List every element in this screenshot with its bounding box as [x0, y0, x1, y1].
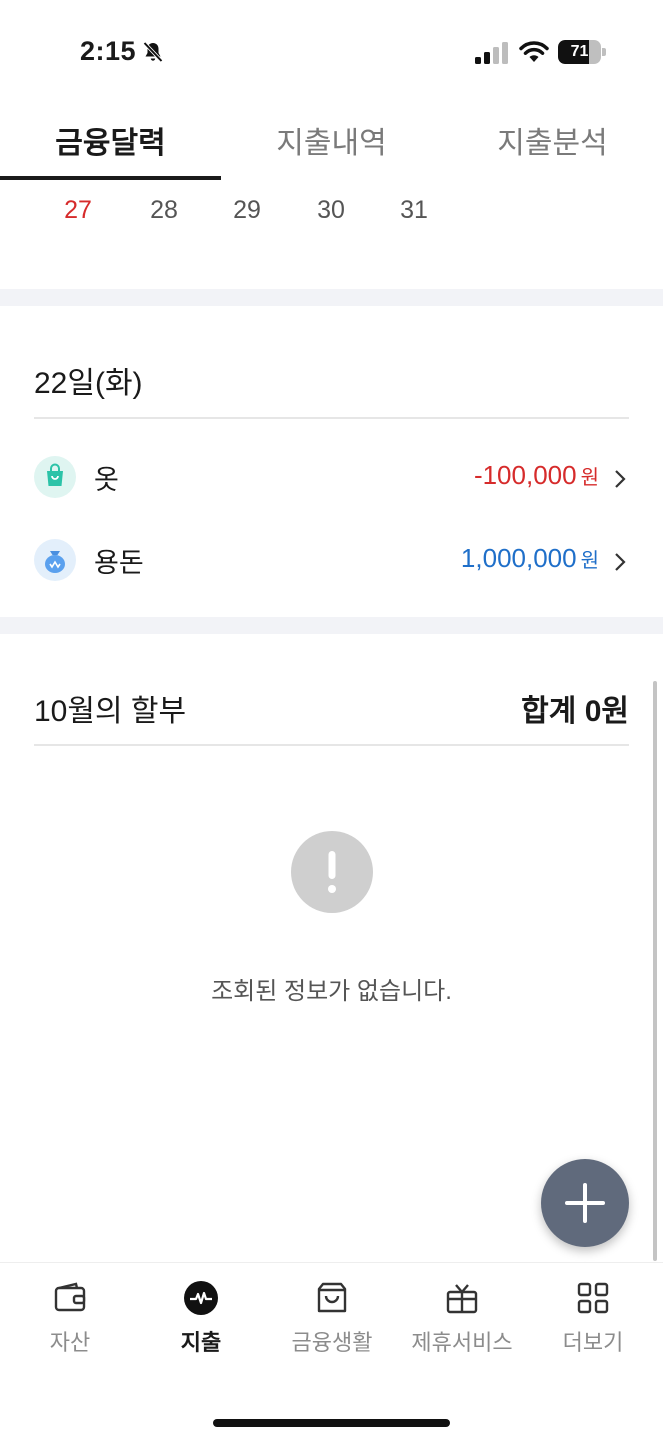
cellular-signal-icon: [475, 42, 508, 64]
divider: [34, 744, 629, 746]
transaction-row[interactable]: 옷 -100,000 원: [0, 448, 663, 508]
status-bar: 2:15 71: [0, 0, 663, 100]
chevron-right-icon: [615, 470, 626, 488]
transaction-name: 용돈: [94, 548, 144, 578]
shopping-bag-icon: [34, 456, 76, 498]
wifi-icon: [519, 41, 549, 62]
amount-unit: 원: [580, 550, 599, 572]
transaction-name: 옷: [94, 465, 119, 495]
active-tab-indicator: [0, 176, 221, 180]
money-bag-icon: [34, 539, 76, 581]
bell-muted-icon: [143, 41, 163, 63]
pulse-icon: [184, 1281, 218, 1315]
section-gap: [0, 289, 663, 306]
bag-icon: [317, 1282, 347, 1313]
nav-more[interactable]: 더보기: [527, 1263, 659, 1363]
nav-spending[interactable]: 지출: [135, 1263, 267, 1363]
battery-cap: [602, 48, 606, 56]
nav-partner-services[interactable]: 제휴서비스: [396, 1263, 528, 1363]
bottom-nav: 자산 지출 금융생활 제휴서비스 더보기: [0, 1262, 663, 1440]
section-gap: [0, 617, 663, 634]
calendar-date[interactable]: 30: [301, 196, 361, 225]
chevron-right-icon: [615, 553, 626, 571]
amount-value: 1,000,000: [460, 543, 577, 573]
nav-label: 자산: [49, 1330, 91, 1355]
transaction-amount: 1,000,000 원: [461, 543, 599, 574]
calendar-date[interactable]: 28: [134, 196, 194, 225]
battery-body: 71: [558, 40, 601, 64]
tab-financial-calendar[interactable]: 금융달력: [0, 118, 221, 162]
calendar-date-strip: 27 28 29 30 31: [0, 190, 663, 240]
nav-label: 제휴서비스: [411, 1330, 513, 1355]
top-tabs: 금융달력 지출내역 지출분석: [0, 100, 663, 180]
amount-unit: 원: [580, 467, 599, 489]
nav-label: 지출: [180, 1330, 222, 1355]
add-button[interactable]: [541, 1159, 629, 1247]
tab-spending-analysis[interactable]: 지출분석: [442, 118, 663, 162]
battery-percent: 71: [570, 43, 589, 60]
exclamation-icon: [291, 831, 373, 913]
transaction-row[interactable]: 용돈 1,000,000 원: [0, 531, 663, 591]
gift-icon: [446, 1284, 478, 1314]
tab-spending-history[interactable]: 지출내역: [221, 118, 442, 162]
nav-financial-life[interactable]: 금융생활: [266, 1263, 398, 1363]
status-time: 2:15: [80, 36, 137, 66]
empty-message: 조회된 정보가 없습니다.: [211, 978, 452, 1005]
installment-total: 합계 0원: [521, 695, 629, 728]
home-indicator[interactable]: [213, 1419, 450, 1427]
installment-title: 10월의 할부: [34, 695, 187, 728]
nav-label: 더보기: [562, 1330, 624, 1355]
wallet-icon: [54, 1282, 86, 1312]
nav-label: 금융생활: [291, 1330, 373, 1355]
transaction-amount: -100,000 원: [474, 460, 599, 491]
calendar-date[interactable]: 29: [217, 196, 277, 225]
calendar-date[interactable]: 27: [48, 196, 108, 225]
plus-icon: [565, 1183, 605, 1223]
calendar-date[interactable]: 31: [384, 196, 444, 225]
grid-icon: [577, 1282, 609, 1314]
nav-assets[interactable]: 자산: [4, 1263, 136, 1363]
divider: [34, 417, 629, 419]
amount-value: -100,000: [473, 460, 577, 490]
day-title: 22일(화): [34, 367, 143, 400]
scrollbar[interactable]: [653, 681, 657, 1261]
battery-indicator: 71: [558, 40, 606, 64]
